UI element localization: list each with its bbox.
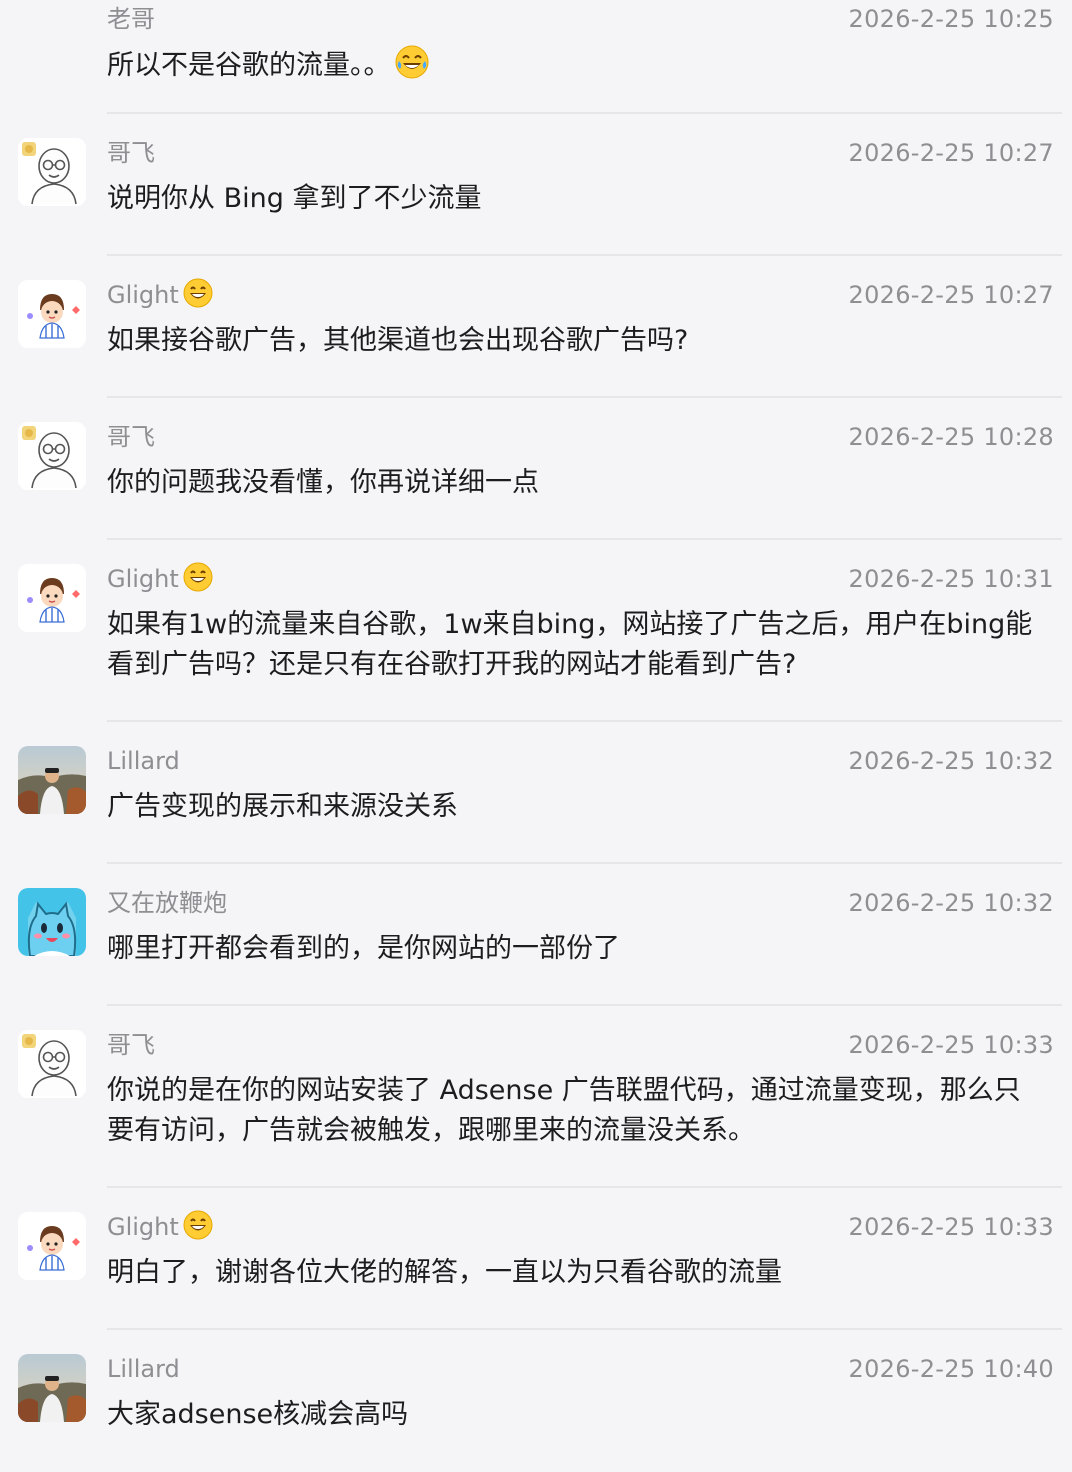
message-text: 说明你从 Bing 拿到了不少流量: [107, 183, 482, 214]
message-text: 广告变现的展示和来源没关系: [107, 791, 458, 822]
message-author[interactable]: Lillard: [107, 1352, 180, 1386]
grinning-face-emoji-icon: [183, 1210, 213, 1240]
bald-glasses-man-avatar-icon[interactable]: [18, 1030, 86, 1098]
message-author[interactable]: Glight: [107, 278, 213, 312]
chat-message: 哥飞 2026-2-25 10:28 你的问题我没看懂，你再说详细一点: [0, 398, 1072, 540]
photo-person-avatar-icon[interactable]: [18, 1354, 86, 1422]
message-text: 你的问题我没看懂，你再说详细一点: [107, 467, 539, 498]
message-author[interactable]: Lillard: [107, 744, 180, 778]
grinning-face-emoji-icon: [183, 562, 213, 592]
cartoon-boy-avatar-icon[interactable]: [18, 280, 86, 348]
chat-message: 老哥 2026-2-25 10:25 所以不是谷歌的流量。。: [0, 0, 1072, 114]
message-timestamp: 2026-2-25 10:32: [848, 889, 1054, 917]
cartoon-boy-avatar-icon[interactable]: [18, 1212, 86, 1280]
message-author[interactable]: 哥飞: [107, 420, 155, 454]
blue-cat-avatar-icon[interactable]: [18, 888, 86, 956]
chat-message: 哥飞 2026-2-25 10:33 你说的是在你的网站安装了 Adsense …: [0, 1006, 1072, 1188]
message-timestamp: 2026-2-25 10:33: [848, 1031, 1054, 1059]
bald-glasses-man-avatar-icon[interactable]: [18, 422, 86, 490]
message-timestamp: 2026-2-25 10:40: [848, 1355, 1054, 1383]
message-text: 大家adsense核减会高吗: [107, 1399, 409, 1430]
message-text: 你说的是在你的网站安装了 Adsense 广告联盟代码，通过流量变现，那么只要有…: [107, 1075, 1021, 1146]
message-author[interactable]: Glight: [107, 1210, 213, 1244]
chat-message: 又在放鞭炮 2026-2-25 10:32 哪里打开都会看到的，是你网站的一部份…: [0, 864, 1072, 1006]
author-name: Glight: [107, 281, 179, 309]
message-author[interactable]: 又在放鞭炮: [107, 886, 227, 920]
chat-message: Glight 2026-2-25 10:33 明白了，谢谢各位大佬的解答，一直以…: [0, 1188, 1072, 1330]
message-author[interactable]: Glight: [107, 562, 213, 596]
message-text: 如果接谷歌广告，其他渠道也会出现谷歌广告吗?: [107, 325, 689, 356]
author-name: Glight: [107, 565, 179, 593]
message-author[interactable]: 哥飞: [107, 1028, 155, 1062]
message-timestamp: 2026-2-25 10:31: [848, 565, 1054, 593]
photo-person-avatar-icon[interactable]: [18, 746, 86, 814]
chat-message: 哥飞 2026-2-25 10:27 说明你从 Bing 拿到了不少流量: [0, 114, 1072, 256]
message-text: 如果有1w的流量来自谷歌，1w来自bing，网站接了广告之后，用户在bing能看…: [107, 609, 1033, 680]
cartoon-boy-avatar-icon[interactable]: [18, 564, 86, 632]
message-timestamp: 2026-2-25 10:25: [848, 5, 1054, 33]
message-text: 所以不是谷歌的流量。。: [107, 45, 1046, 86]
bald-glasses-man-avatar-icon[interactable]: [18, 138, 86, 206]
chat-thread: 老哥 2026-2-25 10:25 所以不是谷歌的流量。。 哥飞 2026-2…: [0, 0, 1072, 1472]
message-text: 哪里打开都会看到的，是你网站的一部份了: [107, 933, 620, 964]
message-author[interactable]: 老哥: [107, 2, 155, 36]
chat-message: Lillard 2026-2-25 10:32 广告变现的展示和来源没关系: [0, 722, 1072, 864]
message-timestamp: 2026-2-25 10:27: [848, 139, 1054, 167]
message-timestamp: 2026-2-25 10:28: [848, 423, 1054, 451]
message-timestamp: 2026-2-25 10:32: [848, 747, 1054, 775]
message-timestamp: 2026-2-25 10:33: [848, 1213, 1054, 1241]
message-timestamp: 2026-2-25 10:27: [848, 281, 1054, 309]
laughing-crying-emoji-icon: [395, 45, 429, 79]
author-name: Glight: [107, 1213, 179, 1241]
message-text: 明白了，谢谢各位大佬的解答，一直以为只看谷歌的流量: [107, 1257, 782, 1288]
chat-message: Glight 2026-2-25 10:31 如果有1w的流量来自谷歌，1w来自…: [0, 540, 1072, 722]
grinning-face-emoji-icon: [183, 278, 213, 308]
message-author[interactable]: 哥飞: [107, 136, 155, 170]
chat-message: Glight 2026-2-25 10:27 如果接谷歌广告，其他渠道也会出现谷…: [0, 256, 1072, 398]
chat-message: Lillard 2026-2-25 10:40 大家adsense核减会高吗: [0, 1330, 1072, 1472]
message-text-content: 所以不是谷歌的流量。。: [107, 50, 391, 81]
